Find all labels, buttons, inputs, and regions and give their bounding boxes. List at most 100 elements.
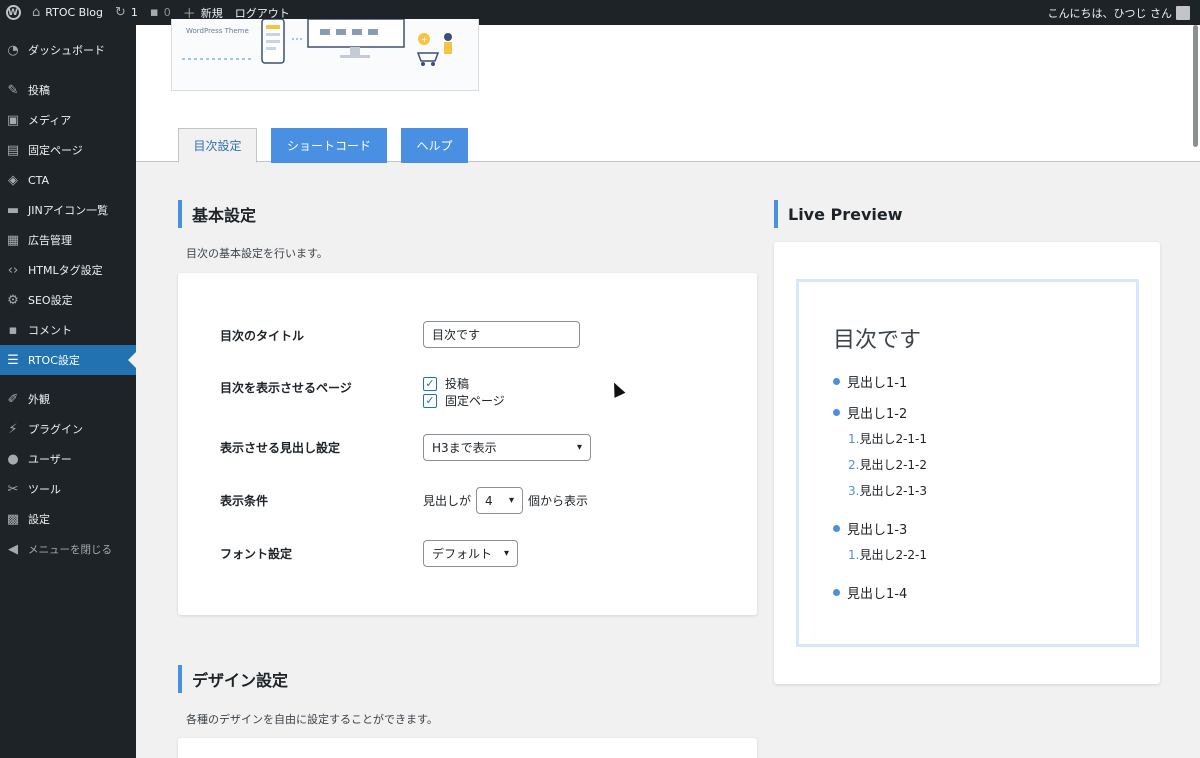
- display-pages-label: 目次を表示させるページ: [220, 381, 352, 395]
- chevron-down-icon: ▾: [503, 548, 509, 559]
- sidebar-item-ads[interactable]: ▦ 広告管理: [0, 225, 136, 255]
- gear-icon: ⚙: [7, 292, 19, 308]
- heading-level-select[interactable]: H3まで表示 ▾: [423, 434, 591, 461]
- sidebar-item-seo[interactable]: ⚙ SEO設定: [0, 285, 136, 315]
- collapse-icon: ◀: [8, 541, 18, 557]
- toc-item-text: 見出し1-3: [847, 523, 908, 538]
- plugin-banner: + WordPress Theme: [171, 19, 479, 91]
- select-value: 4: [485, 493, 493, 508]
- sidebar-item-label: 投稿: [28, 84, 50, 97]
- sidebar-item-label: HTMLタグ設定: [28, 264, 103, 277]
- toc-title-input[interactable]: 目次です: [423, 321, 580, 348]
- sidebar-item-html-tags[interactable]: ‹› HTMLタグ設定: [0, 255, 136, 285]
- heading-count-select[interactable]: 4 ▾: [476, 487, 523, 514]
- brush-icon: ✐: [7, 391, 19, 407]
- ad-icon: ▦: [6, 232, 20, 248]
- font-select[interactable]: デフォルト ▾: [423, 540, 518, 567]
- sidebar-item-users[interactable]: ● ユーザー: [0, 444, 136, 474]
- sidebar-item-label: RTOC設定: [28, 354, 80, 367]
- tab-help[interactable]: ヘルプ: [401, 128, 468, 163]
- bullet-icon: [833, 378, 840, 385]
- scrollbar[interactable]: [1193, 25, 1198, 147]
- tab-label: ヘルプ: [416, 139, 453, 153]
- select-value: デフォルト: [432, 547, 493, 561]
- plugin-header: + WordPress Theme 目次設定 ショートコード ヘルプ: [136, 19, 1200, 163]
- site-name: RTOC Blog: [45, 6, 103, 19]
- sidebar-item-label: CTA: [28, 173, 50, 187]
- sidebar-item-pages[interactable]: ▤ 固定ページ: [0, 135, 136, 165]
- tab-shortcode[interactable]: ショートコード: [271, 128, 387, 163]
- sidebar-item-media[interactable]: ▣ メディア: [0, 105, 136, 135]
- sidebar-item-label: ツール: [28, 483, 61, 496]
- collapse-menu-button[interactable]: ◀ メニューを閉じる: [0, 534, 136, 564]
- user-icon: ●: [7, 451, 19, 467]
- sidebar-item-appearance[interactable]: ✐ 外観: [0, 384, 136, 414]
- toc-h3-item: 1.見出し2-1-1: [848, 430, 927, 447]
- page-icon: ▤: [6, 142, 20, 158]
- list-icon: ☰: [7, 352, 19, 368]
- sidebar-item-plugins[interactable]: ⚡ プラグイン: [0, 414, 136, 444]
- sidebar-item-label: 設定: [28, 513, 50, 526]
- sidebar-item-label: 固定ページ: [28, 144, 83, 157]
- greeting: こんにちは、ひつじ さん: [1047, 6, 1173, 20]
- toc-preview-title: 目次です: [833, 328, 922, 353]
- toc-title-value: 目次です: [432, 328, 481, 342]
- toc-item-text: 見出し2-1-1: [859, 432, 928, 446]
- toc-h3-item: 2.見出し2-1-2: [848, 456, 927, 473]
- checkbox-label: 投稿: [445, 377, 470, 391]
- sidebar-item-label: プラグイン: [28, 423, 83, 436]
- chevron-down-icon: ▾: [576, 442, 582, 453]
- sidebar-item-posts[interactable]: ✎ 投稿: [0, 75, 136, 105]
- site-name-link[interactable]: ⌂ RTOC Blog: [26, 0, 109, 25]
- toc-h3-item: 1.見出し2-2-1: [848, 546, 927, 563]
- toc-item-text: 見出し1-1: [847, 376, 908, 391]
- sidebar-item-rtoc[interactable]: ☰ RTOC設定: [0, 345, 136, 375]
- sidebar-item-cta[interactable]: ◈ CTA: [0, 165, 136, 195]
- design-settings-title: デザイン設定: [178, 665, 288, 693]
- updates-count: 1: [130, 6, 138, 19]
- tab-toc-settings[interactable]: 目次設定: [178, 128, 257, 163]
- toc-h2-item: 見出し1-1: [833, 372, 907, 391]
- toc-item-text: 見出し2-1-2: [859, 458, 928, 472]
- sidebar-item-label: SEO設定: [28, 294, 73, 307]
- font-setting-label: フォント設定: [220, 547, 293, 561]
- sidebar-item-tools[interactable]: ✂ ツール: [0, 474, 136, 504]
- collapse-label: メニューを閉じる: [28, 543, 112, 556]
- toc-title-label: 目次のタイトル: [220, 329, 305, 343]
- bullet-icon: [833, 525, 840, 532]
- live-preview-card: 目次です 見出し1-1 見出し1-2 1.見出し2-1-1 2.見出し2-1-2…: [774, 242, 1160, 684]
- sidebar-item-label: JINアイコン一覧: [28, 204, 109, 217]
- pages-checkbox-row[interactable]: ✓ 固定ページ: [423, 392, 505, 409]
- toc-item-text: 見出し2-1-3: [859, 484, 928, 498]
- home-icon: ⌂: [32, 5, 41, 20]
- admin-sidebar: ◔ ダッシュボード ✎ 投稿 ▣ メディア ▤ 固定ページ ◈ CTA ▬ JINアイコン一…: [0, 25, 136, 758]
- basic-settings-title: 基本設定: [178, 200, 256, 228]
- toc-h3-item: 3.見出し2-1-3: [848, 482, 927, 499]
- section-title-text: 基本設定: [192, 206, 257, 225]
- pages-checkbox[interactable]: ✓: [423, 393, 437, 408]
- checkbox-label: 固定ページ: [445, 394, 505, 408]
- sidebar-item-label: コメント: [28, 324, 72, 337]
- banner-caption: WordPress Theme: [186, 27, 249, 35]
- sidebar-item-dashboard[interactable]: ◔ ダッシュボード: [0, 35, 136, 65]
- posts-checkbox-row[interactable]: ✓ 投稿: [423, 375, 469, 392]
- updates-link[interactable]: ↻ 1: [109, 0, 144, 25]
- main-content: + WordPress Theme 目次設定 ショートコード ヘルプ 基本設定 …: [136, 19, 1200, 758]
- tab-label: 目次設定: [193, 139, 242, 153]
- toc-item-number: 1.: [848, 548, 860, 562]
- account-link[interactable]: こんにちは、ひつじ さん: [1042, 0, 1200, 25]
- sidebar-item-settings[interactable]: ▩ 設定: [0, 504, 136, 534]
- section-title-text: Live Preview: [788, 204, 903, 224]
- dashboard-icon: ◔: [7, 42, 19, 58]
- chevron-down-icon: ▾: [508, 495, 514, 506]
- sidebar-item-jin-icons[interactable]: ▬ JINアイコン一覧: [0, 195, 136, 225]
- sidebar-item-label: ダッシュボード: [28, 44, 105, 57]
- comment-icon: ▪: [149, 5, 159, 20]
- toc-item-text: 見出し2-2-1: [859, 548, 928, 562]
- banner-illustration: + WordPress Theme: [182, 19, 452, 66]
- posts-checkbox[interactable]: ✓: [423, 376, 437, 391]
- wordpress-logo-icon[interactable]: W: [0, 0, 26, 25]
- sidebar-item-comments[interactable]: ▪ コメント: [0, 315, 136, 345]
- toc-h2-item: 見出し1-3: [833, 519, 907, 538]
- bullet-icon: [833, 589, 840, 596]
